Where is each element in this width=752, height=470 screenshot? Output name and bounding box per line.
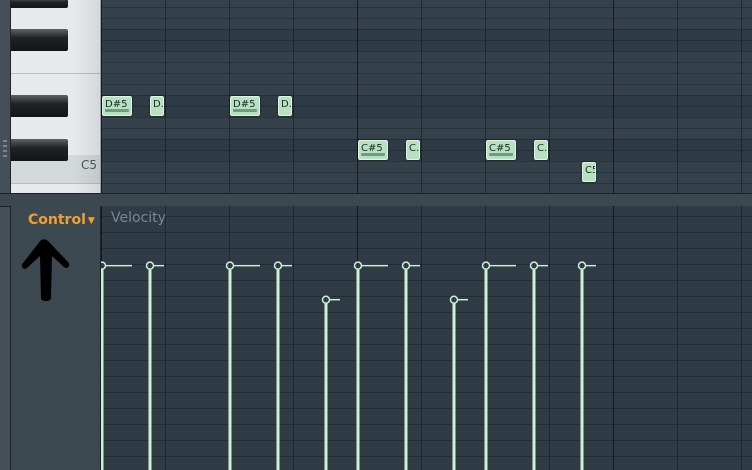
note-c5[interactable]: C5 xyxy=(582,162,596,182)
note-c-sharp-5[interactable]: C#5 xyxy=(358,140,388,160)
control-dropdown-button[interactable]: Control ▼ xyxy=(28,212,95,228)
piano-roll-window: C5 D#5D..D#5D..C#5C..C#5C..C5 Control▼ V… xyxy=(0,0,752,470)
note-label: C5 xyxy=(585,165,595,176)
note-d-sharp-5[interactable]: D#5 xyxy=(102,96,132,116)
velocity-handle[interactable] xyxy=(101,261,107,270)
black-key-row xyxy=(101,29,752,51)
note-label: D.. xyxy=(153,99,164,110)
note-velocity-indicator xyxy=(361,153,385,156)
note-velocity-indicator xyxy=(105,109,129,112)
control-panel: Control ▼ xyxy=(11,206,101,470)
velocity-handle[interactable] xyxy=(401,261,411,270)
velocity-handle[interactable] xyxy=(449,295,459,304)
velocity-handle[interactable] xyxy=(529,261,539,270)
control-label: Control xyxy=(28,212,86,228)
note-label: C.. xyxy=(537,143,548,154)
velocity-handle[interactable] xyxy=(321,295,331,304)
note-label: D.. xyxy=(281,99,292,110)
left-edge-strip[interactable] xyxy=(0,0,11,470)
chevron-down-icon: ▼ xyxy=(87,216,95,226)
note-d-sharp-5[interactable]: D.. xyxy=(278,96,292,116)
velocity-handle[interactable] xyxy=(145,261,155,270)
pane-splitter[interactable] xyxy=(0,193,752,207)
note-velocity-indicator xyxy=(489,153,513,156)
black-key-row xyxy=(101,95,752,117)
velocity-bars[interactable] xyxy=(101,206,752,470)
note-label: C.. xyxy=(409,143,420,154)
grip-handle-icon[interactable] xyxy=(3,140,7,160)
note-c-sharp-5[interactable]: C#5 xyxy=(486,140,516,160)
note-c-sharp-5[interactable]: C.. xyxy=(406,140,420,160)
note-d-sharp-5[interactable]: D#5 xyxy=(230,96,260,116)
note-c-sharp-5[interactable]: C.. xyxy=(534,140,548,160)
velocity-handle[interactable] xyxy=(481,261,491,270)
velocity-handle[interactable] xyxy=(353,261,363,270)
arrow-up-icon xyxy=(21,239,70,301)
c5-key-label: C5 xyxy=(80,158,97,172)
note-velocity-indicator xyxy=(233,109,257,112)
black-key-row xyxy=(101,139,752,161)
velocity-handle[interactable] xyxy=(225,261,235,270)
velocity-handle[interactable] xyxy=(273,261,283,270)
note-d-sharp-5[interactable]: D.. xyxy=(150,96,164,116)
velocity-handle[interactable] xyxy=(577,261,587,270)
note-grid[interactable]: D#5 D.. D#5 D.. C#5 C.. C#5 C.. C5 xyxy=(101,0,752,193)
piano-keyboard[interactable]: C5 xyxy=(11,0,101,193)
